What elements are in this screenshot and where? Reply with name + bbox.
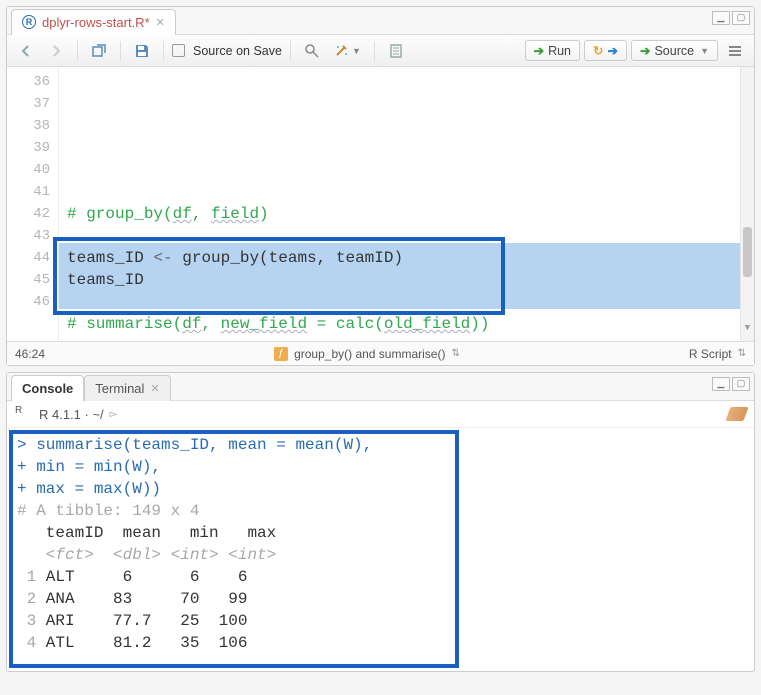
outline-button[interactable] bbox=[722, 40, 748, 62]
maximize-pane-button[interactable]: ▢ bbox=[732, 11, 750, 25]
table-row: 2 ANA 83 70 99 bbox=[17, 588, 744, 610]
rerun-loop-icon: ↻ bbox=[593, 43, 603, 58]
editor-pane: R dplyr-rows-start.R* ✕ ▁ ▢ Source on Sa… bbox=[6, 6, 755, 366]
chevron-right-icon[interactable]: ▻ bbox=[110, 409, 118, 420]
rerun-arrow-icon: ➔ bbox=[608, 43, 618, 58]
table-row: 1 ALT 6 6 6 bbox=[17, 566, 744, 588]
tibble-header: # A tibble: 149 x 4 bbox=[17, 500, 744, 522]
code-area[interactable]: ▼ # group_by(df, field) teams_ID <- grou… bbox=[59, 67, 754, 341]
run-arrow-icon: ➔ bbox=[534, 43, 544, 58]
pane-window-buttons: ▁ ▢ bbox=[712, 11, 750, 25]
clear-console-icon[interactable] bbox=[725, 407, 748, 421]
updown-icon: ⇅ bbox=[451, 348, 459, 359]
editor-tabbar: R dplyr-rows-start.R* ✕ ▁ ▢ bbox=[7, 7, 754, 35]
separator bbox=[120, 41, 121, 61]
scrollbar-track[interactable]: ▼ bbox=[740, 67, 754, 341]
console-tabbar: Console Terminal ✕ ▁ ▢ bbox=[7, 373, 754, 401]
r-file-icon: R bbox=[22, 15, 36, 29]
console-output[interactable]: > summarise(teams_ID, mean = mean(W), + … bbox=[7, 428, 754, 671]
r-version-label: R 4.1.1 · ~/ bbox=[39, 407, 104, 422]
r-logo-icon: R bbox=[15, 405, 33, 423]
editor-statusbar: 46:24 ƒ group_by() and summarise() ⇅ R S… bbox=[7, 341, 754, 365]
scroll-down-icon[interactable]: ▼ bbox=[741, 317, 754, 339]
console-tab[interactable]: Console bbox=[11, 375, 84, 401]
code-tools-button[interactable]: ▼ bbox=[329, 40, 366, 62]
updown-icon: ⇅ bbox=[738, 348, 746, 359]
run-button[interactable]: ➔ Run bbox=[525, 40, 580, 61]
source-on-save-checkbox[interactable] bbox=[172, 44, 185, 57]
line-gutter: 3637383940414243444546 bbox=[7, 67, 59, 341]
scrollbar-thumb[interactable] bbox=[743, 227, 752, 277]
source-on-save-label: Source on Save bbox=[193, 44, 282, 58]
close-tab-icon[interactable]: ✕ bbox=[150, 382, 159, 395]
source-button[interactable]: ➔ Source ▼ bbox=[631, 40, 718, 61]
code-line[interactable]: # summarise(df, new_field = calc(old_fie… bbox=[67, 313, 754, 335]
rerun-button[interactable]: ↻ ➔ bbox=[584, 40, 627, 61]
save-button[interactable] bbox=[129, 40, 155, 62]
console-cmd-line: min = min(W), bbox=[36, 458, 161, 476]
scope-label: group_by() and summarise() bbox=[294, 347, 445, 361]
console-tab-label: Console bbox=[22, 381, 73, 396]
cursor-position: 46:24 bbox=[15, 347, 45, 361]
table-header: teamID mean min max bbox=[17, 522, 744, 544]
scope-selector[interactable]: ƒ group_by() and summarise() ⇅ bbox=[274, 347, 460, 361]
terminal-tab[interactable]: Terminal ✕ bbox=[84, 375, 170, 401]
console-cmd-line: summarise(teams_ID, mean = mean(W), bbox=[36, 436, 372, 454]
close-tab-icon[interactable]: ✕ bbox=[156, 16, 165, 29]
language-label: R Script bbox=[689, 347, 732, 361]
run-label: Run bbox=[548, 44, 571, 58]
table-row: 4 ATL 81.2 35 106 bbox=[17, 632, 744, 654]
chevron-down-icon: ▼ bbox=[352, 46, 361, 56]
code-line[interactable]: # group_by(df, field) bbox=[67, 203, 754, 225]
show-in-new-window-button[interactable] bbox=[86, 40, 112, 62]
function-chip-icon: ƒ bbox=[274, 347, 288, 361]
code-line[interactable] bbox=[67, 335, 754, 341]
back-button[interactable] bbox=[13, 40, 39, 62]
forward-button[interactable] bbox=[43, 40, 69, 62]
code-line[interactable] bbox=[67, 181, 754, 203]
pane-window-buttons: ▁ ▢ bbox=[712, 377, 750, 391]
separator bbox=[290, 41, 291, 61]
maximize-pane-button[interactable]: ▢ bbox=[732, 377, 750, 391]
terminal-tab-label: Terminal bbox=[95, 381, 144, 396]
find-button[interactable] bbox=[299, 40, 325, 62]
source-label: Source bbox=[654, 44, 694, 58]
editor-toolbar: Source on Save ▼ ➔ Run ↻ ➔ ➔ Source ▼ bbox=[7, 35, 754, 67]
file-tab-title: dplyr-rows-start.R* bbox=[42, 15, 150, 30]
language-selector[interactable]: R Script ⇅ bbox=[689, 347, 746, 361]
console-cmd-line: max = max(W)) bbox=[36, 480, 161, 498]
separator bbox=[374, 41, 375, 61]
table-row: 3 ARI 77.7 25 100 bbox=[17, 610, 744, 632]
chevron-down-icon: ▼ bbox=[700, 46, 709, 56]
minimize-pane-button[interactable]: ▁ bbox=[712, 377, 730, 391]
source-arrow-icon: ➔ bbox=[640, 43, 650, 58]
minimize-pane-button[interactable]: ▁ bbox=[712, 11, 730, 25]
separator bbox=[77, 41, 78, 61]
code-editor[interactable]: 3637383940414243444546 ▼ # group_by(df, … bbox=[7, 67, 754, 341]
console-info-bar: R R 4.1.1 · ~/ ▻ bbox=[7, 401, 754, 428]
separator bbox=[163, 41, 164, 61]
compile-report-button[interactable] bbox=[383, 40, 409, 62]
console-pane: Console Terminal ✕ ▁ ▢ R R 4.1.1 · ~/ ▻ … bbox=[6, 372, 755, 672]
file-tab[interactable]: R dplyr-rows-start.R* ✕ bbox=[11, 9, 176, 35]
table-types: <fct> <dbl> <int> <int> bbox=[17, 544, 744, 566]
